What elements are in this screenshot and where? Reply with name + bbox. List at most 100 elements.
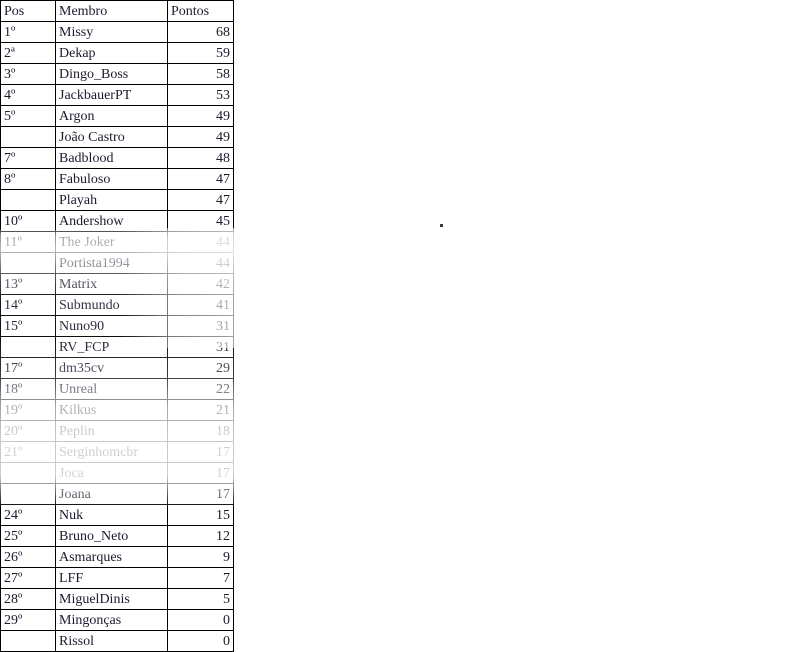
table-row: 26º Asmarques 9 [0, 546, 234, 568]
cell-member: Portista1994 [55, 252, 168, 274]
cell-member: Peplin [55, 420, 168, 442]
cell-points: 5 [167, 588, 234, 610]
table-row: 13º Matrix 42 [0, 273, 234, 295]
cell-member: dm35cv [55, 357, 168, 379]
cell-points: 42 [167, 273, 234, 295]
cell-member: Badblood [55, 147, 168, 169]
cell-member: LFF [55, 567, 168, 589]
cell-position [0, 462, 56, 484]
cell-points: 22 [167, 378, 234, 400]
cell-position [0, 189, 56, 211]
cell-points: 12 [167, 525, 234, 547]
cell-position: 29º [0, 609, 56, 631]
cell-points: 21 [167, 399, 234, 421]
table-row: Joca 17 [0, 462, 234, 484]
cell-position: 5º [0, 105, 56, 127]
cell-member: Nuno90 [55, 315, 168, 337]
cell-member: Joca [55, 462, 168, 484]
cell-position: 26º [0, 546, 56, 568]
cell-member: Bruno_Neto [55, 525, 168, 547]
cell-points: 58 [167, 63, 234, 85]
cell-points: 9 [167, 546, 234, 568]
cell-points: 18 [167, 420, 234, 442]
table-row: 5º Argon 49 [0, 105, 234, 127]
cell-points: 41 [167, 294, 234, 316]
cell-points: 31 [167, 315, 234, 337]
table-row: 19º Kilkus 21 [0, 399, 234, 421]
cell-points: 68 [167, 21, 234, 43]
cell-position [0, 336, 56, 358]
cell-points: 7 [167, 567, 234, 589]
cell-position: 14º [0, 294, 56, 316]
cell-position: 4º [0, 84, 56, 106]
cell-points: 17 [167, 441, 234, 463]
cell-points: 47 [167, 189, 234, 211]
cell-position: 25º [0, 525, 56, 547]
table-row: Portista1994 44 [0, 252, 234, 274]
cell-member: Unreal [55, 378, 168, 400]
cell-position: 3º [0, 63, 56, 85]
cell-member: Dingo_Boss [55, 63, 168, 85]
cell-points: 17 [167, 483, 234, 505]
table-row: 20º Peplin 18 [0, 420, 234, 442]
cell-points: 0 [167, 609, 234, 631]
table-row: 29º Mingonças 0 [0, 609, 234, 631]
cell-points: 59 [167, 42, 234, 64]
table-row: 3º Dingo_Boss 58 [0, 63, 234, 85]
table-row: 2ª Dekap 59 [0, 42, 234, 64]
cell-points: 53 [167, 84, 234, 106]
cell-position [0, 630, 56, 652]
cell-points: 47 [167, 168, 234, 190]
column-header-member: Membro [55, 0, 168, 22]
cell-points: 49 [167, 126, 234, 148]
table-row: Playah 47 [0, 189, 234, 211]
table-row: 14º Submundo 41 [0, 294, 234, 316]
cell-member: Rissol [55, 630, 168, 652]
cell-member: RV_FCP [55, 336, 168, 358]
table-row: 27º LFF 7 [0, 567, 234, 589]
cell-position [0, 483, 56, 505]
cell-position [0, 252, 56, 274]
table-row: 8º Fabuloso 47 [0, 168, 234, 190]
cell-member: Missy [55, 21, 168, 43]
cell-member: João Castro [55, 126, 168, 148]
cell-points: 31 [167, 336, 234, 358]
table-row: 18º Unreal 22 [0, 378, 234, 400]
table-row: 21º Serginhomcbr 17 [0, 441, 234, 463]
cell-member: Joana [55, 483, 168, 505]
cell-position [0, 126, 56, 148]
ranking-table: Pos Membro Pontos 1º Missy 68 2ª Dekap 59 3º Di… [0, 0, 234, 652]
column-header-pos: Pos [0, 0, 56, 22]
table-row: 1º Missy 68 [0, 21, 234, 43]
table-row: 15º Nuno90 31 [0, 315, 234, 337]
cell-position: 28º [0, 588, 56, 610]
cell-member: Kilkus [55, 399, 168, 421]
cell-position: 18º [0, 378, 56, 400]
cell-position: 11º [0, 231, 56, 253]
cell-position: 7º [0, 147, 56, 169]
cell-position: 13º [0, 273, 56, 295]
table-row: 25º Bruno_Neto 12 [0, 525, 234, 547]
cell-member: The Joker [55, 231, 168, 253]
table-header: Pos Membro Pontos [0, 0, 234, 22]
cell-position: 8º [0, 168, 56, 190]
cell-position: 27º [0, 567, 56, 589]
cell-points: 15 [167, 504, 234, 526]
table-row: 24º Nuk 15 [0, 504, 234, 526]
cell-member: JackbauerPT [55, 84, 168, 106]
cell-position: 17º [0, 357, 56, 379]
table-row: 4º JackbauerPT 53 [0, 84, 234, 106]
cell-member: Fabuloso [55, 168, 168, 190]
cell-member: Mingonças [55, 609, 168, 631]
cell-member: MiguelDinis [55, 588, 168, 610]
table-row: Joana 17 [0, 483, 234, 505]
column-header-points: Pontos [167, 0, 234, 22]
cell-member: Asmarques [55, 546, 168, 568]
cell-points: 29 [167, 357, 234, 379]
cell-member: Submundo [55, 294, 168, 316]
cell-member: Nuk [55, 504, 168, 526]
cell-member: Serginhomcbr [55, 441, 168, 463]
cell-position: 24º [0, 504, 56, 526]
stray-dot-mark [440, 224, 443, 227]
cell-points: 48 [167, 147, 234, 169]
